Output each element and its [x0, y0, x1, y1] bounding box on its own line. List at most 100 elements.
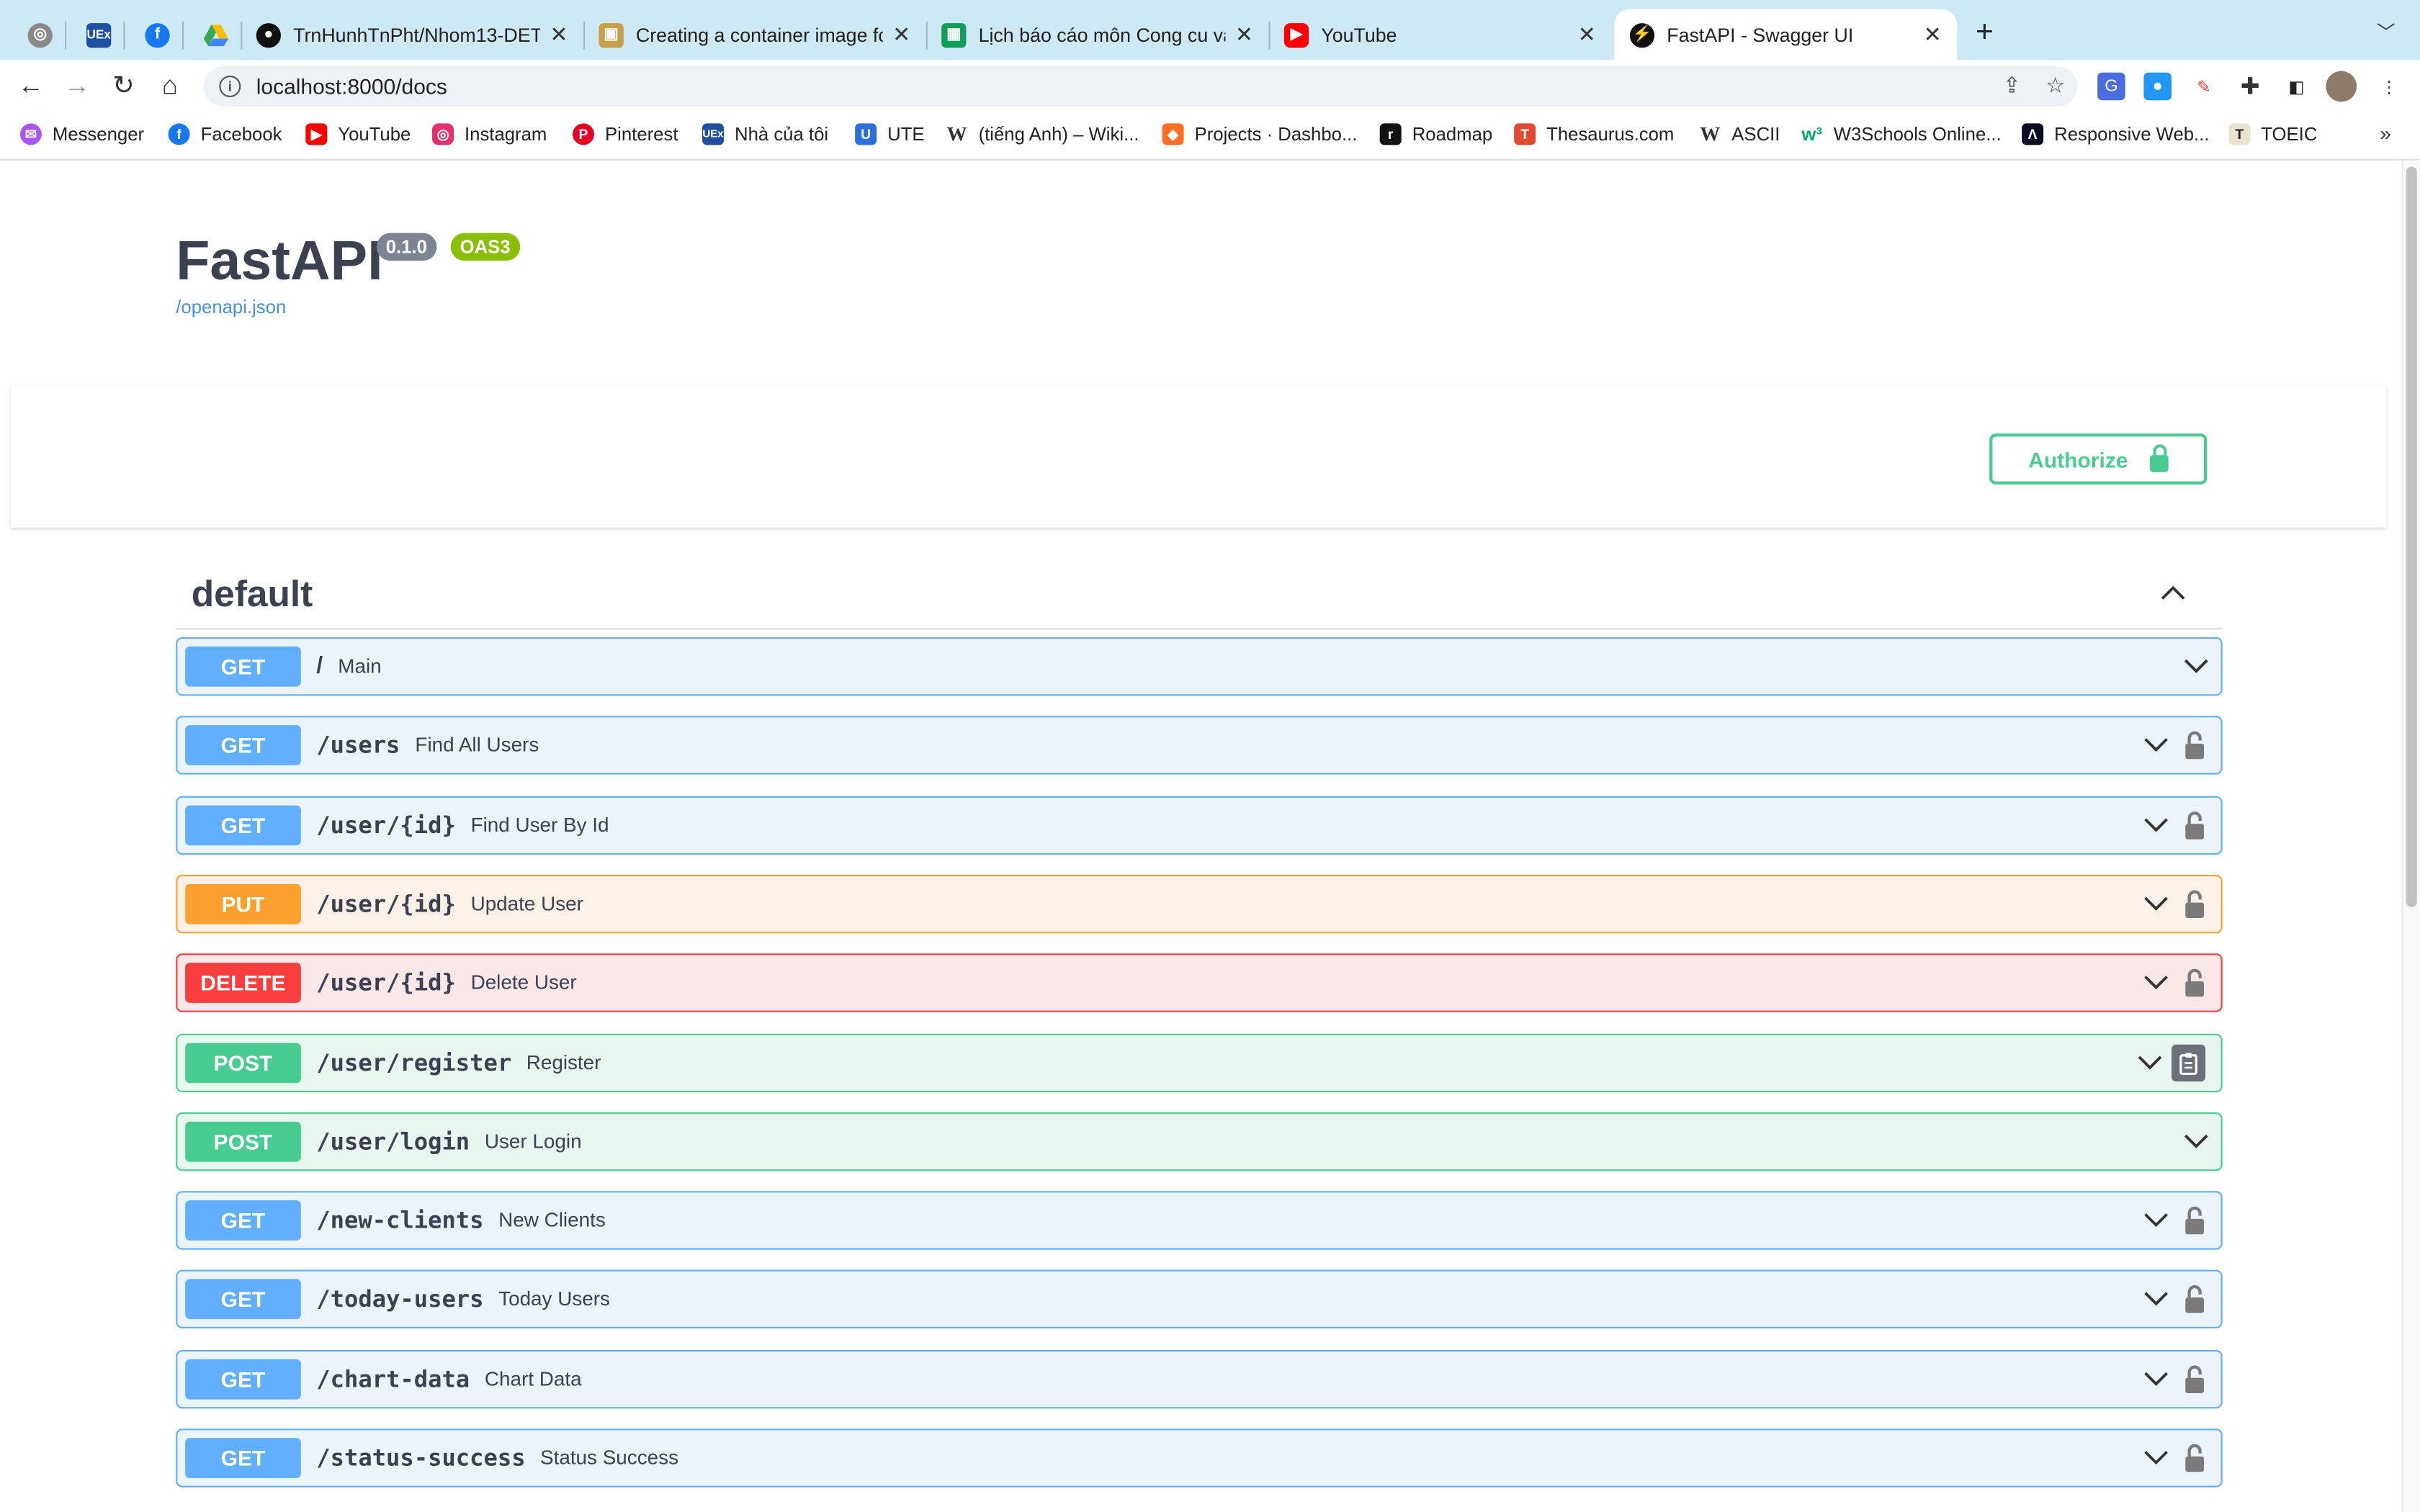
tab-1[interactable]: ◎: [12, 9, 65, 60]
operation-row[interactable]: PUT/user/{id} Update User: [176, 875, 2223, 934]
operation-row[interactable]: GET/new-clients New Clients: [176, 1191, 2223, 1250]
authorize-button[interactable]: Authorize: [1989, 433, 2208, 485]
w3schools-icon: w³: [1801, 123, 1823, 145]
scrollbar[interactable]: [2401, 160, 2420, 1512]
forward-icon[interactable]: →: [60, 69, 94, 103]
operation-row[interactable]: GET/today-users Today Users: [176, 1269, 2223, 1328]
oas-badge: OAS3: [450, 233, 520, 261]
operation-row[interactable]: POST/user/register Register: [176, 1033, 2223, 1093]
clipboard-icon[interactable]: [2172, 1044, 2206, 1082]
color-picker-icon[interactable]: ✎: [2190, 73, 2218, 101]
chevron-down-icon[interactable]: [2143, 1447, 2168, 1469]
lock-icon[interactable]: [2184, 888, 2205, 919]
openapi-json-link[interactable]: /openapi.json: [176, 296, 286, 318]
lock-icon[interactable]: [2184, 730, 2205, 761]
bookmark-item[interactable]: ◆ Projects · Dashbo...: [1162, 123, 1357, 145]
method-badge: GET: [185, 1200, 301, 1241]
bookmark-item[interactable]: ✉ Messenger: [19, 123, 144, 145]
chevron-down-icon[interactable]: [2143, 1210, 2168, 1231]
scrollbar-thumb[interactable]: [2406, 166, 2417, 907]
share-icon[interactable]: ⇪: [2003, 73, 2021, 99]
operation-row[interactable]: GET/status-success Status Success: [176, 1428, 2223, 1488]
operation-row[interactable]: GET / Main: [176, 637, 2223, 696]
method-badge: POST: [185, 1043, 301, 1084]
fastapi-icon: ⚡: [1629, 22, 1655, 48]
info-icon[interactable]: i: [219, 76, 241, 97]
operation-row[interactable]: GET/chart-data Chart Data: [176, 1350, 2223, 1409]
reload-icon[interactable]: ↻: [107, 69, 140, 103]
close-icon[interactable]: ✕: [550, 22, 568, 48]
chevron-down-icon[interactable]: ﹀: [2377, 19, 2396, 45]
bookmark-item[interactable]: T Thesaurus.com: [1514, 123, 1674, 145]
avatar[interactable]: [2326, 71, 2357, 102]
close-icon[interactable]: ✕: [1578, 22, 1596, 48]
bookmark-item[interactable]: UEx Nhà của tôi: [702, 123, 828, 145]
operation-row[interactable]: POST/user/login User Login: [176, 1112, 2223, 1171]
double-chevron-right-icon[interactable]: »: [2380, 122, 2391, 145]
lock-icon[interactable]: [2184, 1443, 2205, 1474]
method-badge: GET: [185, 805, 301, 846]
translate-icon[interactable]: G: [2097, 72, 2125, 101]
bookmark-item[interactable]: U UTE: [855, 123, 925, 145]
chevron-down-icon[interactable]: [2143, 814, 2168, 836]
uex-icon: UEx: [86, 22, 112, 48]
chevron-up-icon[interactable]: [2161, 580, 2185, 605]
water-drop-icon[interactable]: ●: [2143, 72, 2172, 101]
youtube-icon: ▶: [1283, 22, 1309, 48]
address-bar[interactable]: i localhost:8000/docs ⇪ ☆: [203, 66, 2078, 107]
tab-3[interactable]: f: [130, 9, 182, 60]
tab-container[interactable]: ▣ Creating a container image for ✕: [583, 9, 926, 60]
url-text: localhost:8000/docs: [256, 73, 447, 99]
operation-row[interactable]: DELETE/user/{id} Delete User: [176, 953, 2223, 1012]
bookmark-item[interactable]: Λ Responsive Web...: [2022, 123, 2210, 145]
bookmark-item[interactable]: W (tiếng Anh) – Wiki...: [946, 122, 1139, 145]
menu-icon[interactable]: ⋮: [2375, 73, 2403, 101]
operation-row[interactable]: GET/users Find All Users: [176, 716, 2223, 775]
tab-2[interactable]: UEx: [71, 9, 124, 60]
bookmark-item[interactable]: f Facebook: [168, 123, 282, 145]
operation-path: /user/{id}: [316, 968, 456, 997]
chevron-down-icon[interactable]: [2138, 1052, 2162, 1074]
lock-icon[interactable]: [2184, 1205, 2205, 1236]
bookmark-item[interactable]: r Roadmap: [1379, 123, 1492, 145]
star-icon[interactable]: ☆: [2045, 73, 2065, 99]
authorize-label: Authorize: [2028, 446, 2128, 472]
chevron-down-icon[interactable]: [2143, 734, 2168, 756]
lock-icon[interactable]: [2184, 968, 2205, 999]
operation-row[interactable]: GET/user/{id} Find User By Id: [176, 796, 2223, 855]
chevron-down-icon[interactable]: [2143, 894, 2168, 915]
lock-icon[interactable]: [2184, 1364, 2205, 1395]
extensions-icon[interactable]: ✚: [2236, 73, 2264, 100]
operation-path: /new-clients: [316, 1206, 484, 1235]
bookmark-item[interactable]: ◎ Instagram: [432, 123, 547, 145]
side-panel-icon[interactable]: ◧: [2282, 73, 2311, 101]
bookmark-label: ASCII: [1731, 123, 1780, 145]
tag-section-header[interactable]: default: [176, 564, 2223, 630]
close-icon[interactable]: ✕: [1924, 22, 1942, 48]
chevron-down-icon[interactable]: [2143, 1288, 2168, 1310]
new-tab-icon[interactable]: +: [1976, 15, 1994, 50]
operation-path: /user/register: [316, 1049, 512, 1077]
close-icon[interactable]: ✕: [892, 22, 910, 48]
chevron-down-icon[interactable]: [2143, 972, 2168, 994]
bookmark-item[interactable]: ▶ YouTube: [305, 123, 411, 145]
bookmark-item[interactable]: P Pinterest: [573, 123, 678, 145]
method-badge: GET: [185, 1279, 301, 1320]
chevron-down-icon[interactable]: [2184, 656, 2208, 678]
bookmark-item[interactable]: w³ W3Schools Online...: [1801, 123, 2001, 145]
bookmark-item[interactable]: W ASCII: [1699, 122, 1780, 145]
close-icon[interactable]: ✕: [1235, 22, 1253, 48]
chevron-down-icon[interactable]: [2143, 1369, 2168, 1390]
chevron-down-icon[interactable]: [2184, 1131, 2208, 1153]
tab-sheets[interactable]: ▦ Lịch báo cáo môn Cong cu va ✕: [926, 9, 1269, 60]
lock-icon[interactable]: [2184, 1284, 2205, 1315]
operation-summary: Update User: [470, 891, 583, 915]
tab-github[interactable]: ● TrnHunhTnPht/Nhom13-DETAI2 ✕: [241, 9, 583, 60]
bookmark-item[interactable]: T TOEIC: [2228, 123, 2317, 145]
lock-icon[interactable]: [2184, 810, 2205, 841]
tab-youtube[interactable]: ▶ YouTube ✕: [1268, 9, 1611, 60]
home-icon[interactable]: ⌂: [153, 69, 187, 103]
tab-fastapi[interactable]: ⚡ FastAPI - Swagger UI ✕: [1614, 9, 1958, 60]
tab-4[interactable]: [188, 9, 241, 60]
back-icon[interactable]: ←: [14, 69, 48, 103]
